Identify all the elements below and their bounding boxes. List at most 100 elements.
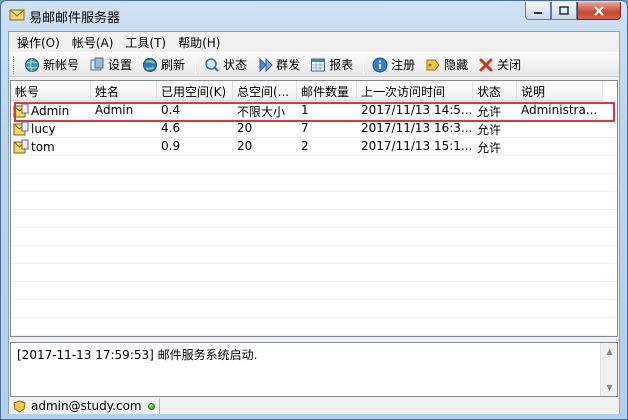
settings-icon <box>90 57 104 70</box>
report-icon <box>311 58 326 71</box>
cell-used-space: 0.9 <box>161 139 181 153</box>
scroll-up-icon[interactable]: ▲ <box>601 343 618 360</box>
log-panel[interactable]: [2017-11-13 17:59:53] 邮件服务系统启动. ▲ ▼ <box>10 342 618 397</box>
account-list[interactable]: 帐号 姓名 已用空间(K) 总空间(... 邮件数量 上一次访问时间 状态 说明… <box>10 80 618 337</box>
toolbar-separator-2 <box>363 55 365 74</box>
col-used-space[interactable]: 已用空间(K) <box>157 81 233 101</box>
account-name: tom <box>31 140 55 154</box>
menu-tools[interactable]: 工具(T) <box>119 32 172 51</box>
status-label: 状态 <box>223 58 248 72</box>
broadcast-icon <box>259 57 273 72</box>
col-mail-count[interactable]: 邮件数量 <box>297 81 357 101</box>
account-icon <box>13 121 29 136</box>
menu-account[interactable]: 帐号(A) <box>66 32 120 51</box>
cell-description: Administra... <box>521 103 598 117</box>
mail-server-icon <box>9 9 25 21</box>
cell-last-access: 2017/11/13 14:5... <box>361 103 473 117</box>
scroll-down-icon[interactable]: ▼ <box>601 379 618 396</box>
cell-used-space: 4.6 <box>161 121 181 135</box>
cell-last-access: 2017/11/13 15:1... <box>361 139 473 153</box>
toolbar-separator <box>195 55 197 74</box>
table-row[interactable]: lucy 4.6 20 7 2017/11/13 16:3... 允许 <box>11 120 617 138</box>
window-title: 易邮邮件服务器 <box>29 11 121 26</box>
client-area: 操作(O) 帐号(A) 工具(T) 帮助(H) 新帐号 设置 刷新 状态 群发 … <box>8 31 620 414</box>
list-header: 帐号 姓名 已用空间(K) 总空间(... 邮件数量 上一次访问时间 状态 说明 <box>11 81 603 101</box>
cell-total-space: 不限大小 <box>237 105 286 119</box>
cell-description <box>517 138 603 156</box>
info-icon <box>372 57 388 72</box>
cell-account: tom <box>11 138 91 156</box>
account-name: Admin <box>31 104 70 118</box>
cell-account: Admin <box>11 102 91 120</box>
close-icon <box>594 5 604 16</box>
close-window-button[interactable] <box>577 2 621 20</box>
cell-used-space: 0.4 <box>161 103 181 117</box>
cell-name <box>91 138 157 156</box>
title-bar[interactable]: 易邮邮件服务器 <box>1 1 627 31</box>
cell-name: Admin <box>95 103 134 117</box>
menu-bar: 操作(O) 帐号(A) 工具(T) 帮助(H) <box>9 32 619 51</box>
status-user-panel: admin@study.com <box>9 398 160 414</box>
account-icon <box>13 139 29 154</box>
broadcast-label: 群发 <box>276 58 301 72</box>
online-indicator-icon <box>147 402 155 410</box>
status-button[interactable]: 状态 <box>200 54 251 75</box>
account-icon <box>13 103 29 118</box>
refresh-label: 刷新 <box>161 58 186 72</box>
status-icon <box>205 57 219 72</box>
col-account[interactable]: 帐号 <box>11 81 91 101</box>
minimize-button[interactable] <box>525 2 551 20</box>
register-button[interactable]: 注册 <box>368 54 419 75</box>
new-account-label: 新帐号 <box>43 58 80 72</box>
refresh-button[interactable]: 刷新 <box>138 54 189 75</box>
app-window: 易邮邮件服务器 操作(O) 帐号(A) 工具(T) 帮助(H) 新帐号 设置 刷… <box>0 0 628 420</box>
cell-status: 允许 <box>477 105 502 119</box>
user-shield-icon <box>13 399 26 413</box>
status-user: admin@study.com <box>31 399 142 413</box>
col-description[interactable]: 说明 <box>517 81 603 101</box>
maximize-icon <box>559 6 569 15</box>
minimize-icon <box>534 11 542 14</box>
cell-mail-count: 1 <box>301 103 309 117</box>
report-label: 报表 <box>329 58 354 72</box>
col-status[interactable]: 状态 <box>473 81 517 101</box>
cell-name <box>91 120 157 138</box>
col-last-access[interactable]: 上一次访问时间 <box>357 81 473 101</box>
close-x-icon <box>479 58 493 71</box>
menu-help[interactable]: 帮助(H) <box>172 32 226 51</box>
col-name[interactable]: 姓名 <box>91 81 157 101</box>
new-account-button[interactable]: 新帐号 <box>20 54 83 75</box>
account-name: lucy <box>31 122 56 136</box>
menu-operate[interactable]: 操作(O) <box>11 32 66 51</box>
table-row[interactable]: Admin Admin 0.4 不限大小 1 2017/11/13 14:5..… <box>11 102 617 120</box>
hide-label: 隐藏 <box>444 58 469 72</box>
cell-account: lucy <box>11 120 91 138</box>
col-total-space[interactable]: 总空间(... <box>233 81 297 101</box>
close-label: 关闭 <box>497 58 522 72</box>
cell-mail-count: 2 <box>301 139 309 153</box>
cell-status: 允许 <box>477 141 502 155</box>
hide-icon <box>426 59 440 70</box>
toolbar-grip[interactable] <box>13 55 16 74</box>
toolbar: 新帐号 设置 刷新 状态 群发 报表 注册 隐藏 关闭 <box>9 52 619 77</box>
status-bar: admin@study.com <box>9 398 619 414</box>
cell-mail-count: 7 <box>301 121 309 135</box>
refresh-globe-icon <box>143 57 158 72</box>
cell-status: 允许 <box>477 123 502 137</box>
globe-add-icon <box>25 57 39 72</box>
cell-last-access: 2017/11/13 16:3... <box>361 121 473 135</box>
cell-description <box>517 120 603 138</box>
close-button[interactable]: 关闭 <box>474 54 525 75</box>
table-row[interactable]: tom 0.9 20 2 2017/11/13 15:1... 允许 <box>11 138 617 156</box>
cell-total-space: 20 <box>237 121 253 135</box>
maximize-button[interactable] <box>551 2 577 20</box>
log-line: [2017-11-13 17:59:53] 邮件服务系统启动. <box>17 348 258 362</box>
log-scrollbar[interactable]: ▲ ▼ <box>600 343 617 396</box>
settings-label: 设置 <box>108 58 133 72</box>
report-button[interactable]: 报表 <box>306 54 357 75</box>
register-label: 注册 <box>391 58 416 72</box>
hide-button[interactable]: 隐藏 <box>421 54 472 75</box>
cell-total-space: 20 <box>237 139 253 153</box>
broadcast-button[interactable]: 群发 <box>253 54 304 75</box>
settings-button[interactable]: 设置 <box>85 54 136 75</box>
